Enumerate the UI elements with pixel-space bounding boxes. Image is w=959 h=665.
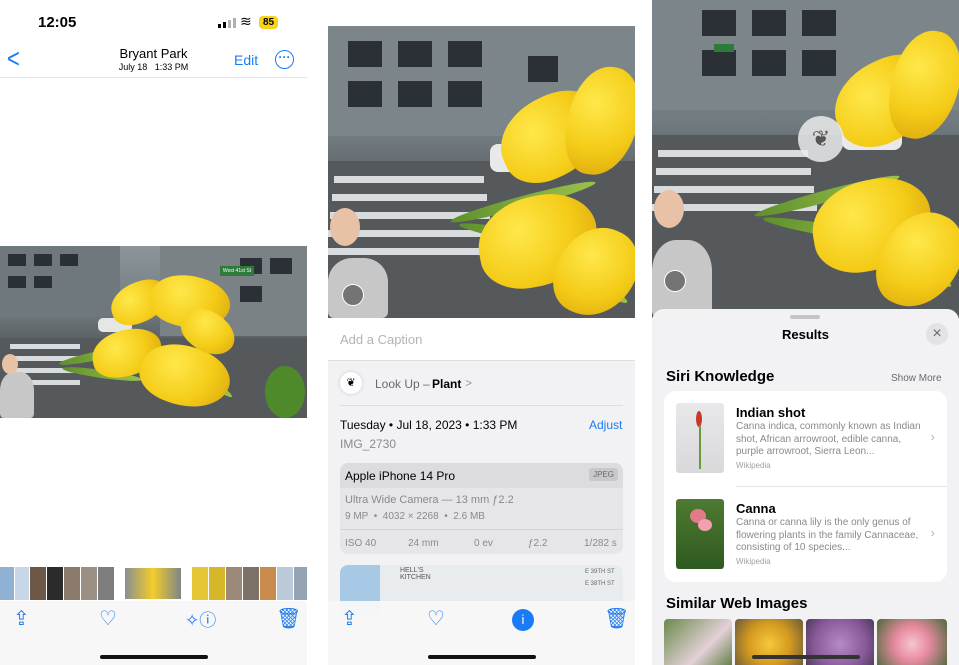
photo-viewer-panel: 12:05 ≋ 85 < Bryant Park July 18 1:33 PM… (0, 0, 307, 665)
photo-preview[interactable] (328, 26, 635, 318)
section-title: Similar Web Images (666, 595, 808, 612)
trash-icon[interactable]: 🗑︎ (604, 606, 629, 631)
result-title: Indian shot (736, 405, 806, 420)
home-indicator (751, 655, 860, 659)
web-image[interactable] (877, 619, 947, 665)
heart-icon[interactable]: ♡ (427, 606, 445, 631)
photo-datetime: Tuesday • Jul 18, 2023 • 1:33 PM (340, 418, 518, 432)
look-up-label[interactable]: Look Up – (375, 377, 430, 391)
adjust-button[interactable]: Adjust (589, 418, 622, 432)
result-thumbnail (676, 403, 724, 473)
leaf-icon[interactable]: ❦ (798, 116, 844, 162)
camera-device: Apple iPhone 14 Pro (345, 469, 456, 483)
info-sparkle-icon[interactable]: i (512, 609, 534, 631)
photo-filename: IMG_2730 (340, 437, 397, 451)
chevron-right-icon: › (930, 525, 935, 540)
heart-icon[interactable]: ♡ (99, 606, 117, 631)
main-photo[interactable]: West 41st St (0, 246, 307, 418)
share-icon[interactable]: ⇪ (341, 606, 358, 631)
camera-specs: 9 MP • 4032 × 2268 • 2.6 MB (345, 511, 485, 522)
chevron-right-icon: > (465, 376, 473, 390)
exif-aperture: ƒ2.2 (528, 538, 548, 549)
result-title: Canna (736, 501, 776, 516)
home-indicator (427, 655, 536, 659)
photo-info-panel: Add a Caption ❦ Look Up – Plant > Tuesda… (328, 0, 635, 665)
nav-divider (0, 77, 307, 78)
results-sheet: Results × Siri Knowledge Show More India… (652, 309, 959, 665)
share-icon[interactable]: ⇪ (13, 606, 30, 631)
map-neighborhood-label: HELL'S KITCHEN (400, 567, 431, 581)
caption-input[interactable]: Add a Caption (340, 332, 422, 347)
result-source: Wikipedia (736, 557, 771, 566)
show-more-button[interactable]: Show More (891, 373, 942, 384)
camera-info-card: Apple iPhone 14 Pro JPEG Ultra Wide Came… (340, 463, 623, 554)
close-icon[interactable]: × (926, 323, 948, 345)
street-sign: West 41st St (220, 266, 254, 276)
result-thumbnail (676, 499, 724, 569)
sheet-title: Results (782, 327, 829, 342)
result-item[interactable]: Canna Canna or canna lily is the only ge… (664, 487, 947, 582)
wifi-icon: ≋ (240, 13, 252, 29)
result-description: Canna or canna lily is the only genus of… (736, 517, 919, 553)
look-up-subject[interactable]: Plant (432, 377, 461, 391)
chevron-right-icon: › (930, 429, 935, 444)
photo-date-subtitle: July 18 1:33 PM (118, 62, 189, 72)
more-options-button[interactable]: ··· (275, 50, 294, 69)
section-title: Siri Knowledge (666, 368, 775, 385)
map-street-label: E 38TH ST (585, 581, 615, 587)
visual-lookup-badge[interactable] (342, 284, 364, 306)
visual-lookup-badge[interactable] (664, 270, 686, 292)
edit-button[interactable]: Edit (234, 52, 258, 68)
exif-iso: ISO 40 (345, 538, 377, 549)
trash-icon[interactable]: 🗑︎ (276, 606, 301, 631)
result-source: Wikipedia (736, 461, 771, 470)
home-indicator (99, 655, 208, 659)
photo-location-title: Bryant Park (119, 46, 188, 61)
exif-focal-length: 24 mm (408, 538, 439, 549)
sheet-grabber[interactable] (790, 315, 820, 319)
result-description: Canna indica, commonly known as Indian s… (736, 421, 921, 457)
camera-lens: Ultra Wide Camera — 13 mm ƒ2.2 (345, 494, 514, 506)
siri-knowledge-card: Indian shot Canna indica, commonly known… (664, 391, 947, 582)
battery-indicator: 85 (259, 16, 279, 29)
status-time: 12:05 (38, 14, 77, 31)
cellular-signal-icon (218, 18, 236, 28)
web-image[interactable] (664, 619, 732, 665)
ellipsis-icon: ··· (278, 50, 291, 64)
format-badge: JPEG (589, 468, 618, 481)
info-sparkle-icon[interactable]: ✧ⓘ (185, 606, 216, 631)
result-item[interactable]: Indian shot Canna indica, commonly known… (664, 391, 947, 486)
map-street-label: E 39TH ST (585, 569, 615, 575)
visual-lookup-results-panel: ❦ Results × Siri Knowledge Show More Ind… (652, 0, 959, 665)
exif-exposure: 0 ev (474, 538, 493, 549)
exif-shutter: 1/282 s (584, 538, 617, 549)
leaf-icon: ❦ (340, 372, 362, 394)
photo-background: ❦ (652, 0, 959, 318)
